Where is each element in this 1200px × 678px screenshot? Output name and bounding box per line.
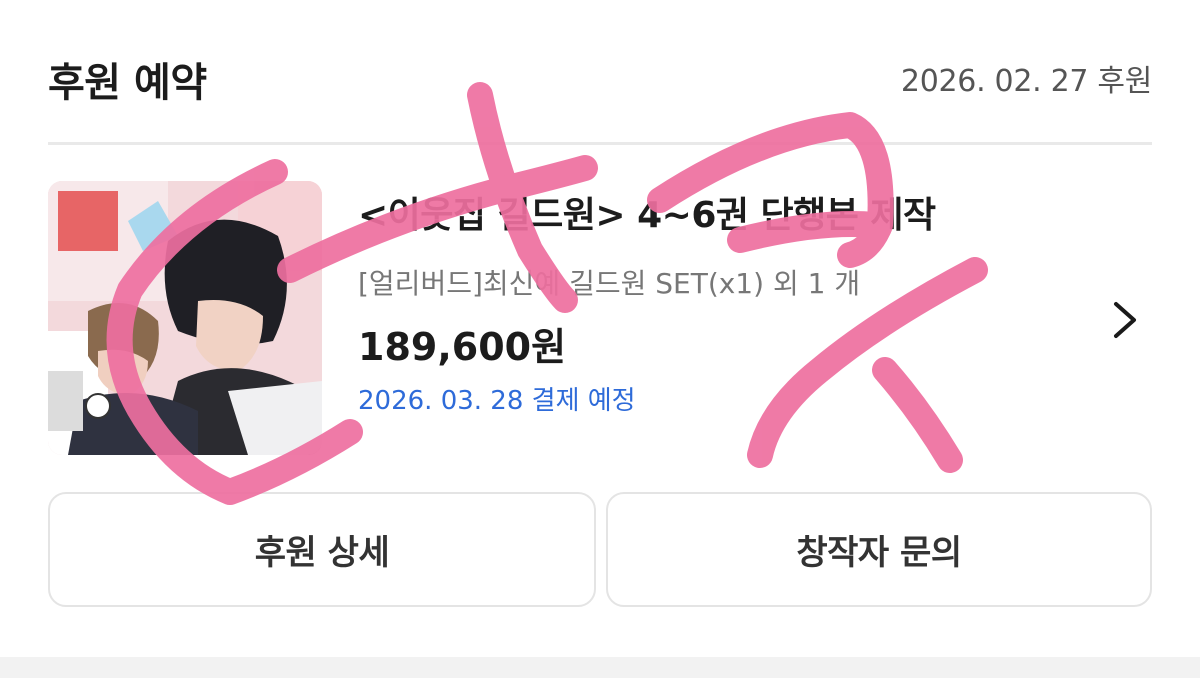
pledge-reservation-card: 후원 예약 2026. 02. 27 후원 <이웃집 길드원> 4~6권 단행본… — [0, 0, 1200, 678]
chevron-right-icon[interactable] — [1106, 298, 1146, 342]
project-title: <이웃집 길드원> 4~6권 단행본 제작 — [358, 195, 936, 236]
cover-illustration — [48, 181, 322, 455]
header-divider — [48, 142, 1152, 145]
pledge-date: 2026. 02. 27 후원 — [900, 64, 1152, 99]
pledge-detail-button[interactable]: 후원 상세 — [48, 492, 596, 607]
bottom-separator — [0, 657, 1200, 678]
project-cover-image[interactable] — [48, 181, 322, 455]
project-info[interactable]: <이웃집 길드원> 4~6권 단행본 제작 [얼리버드]최신예 길드원 SET(… — [358, 186, 1078, 417]
payment-schedule: 2026. 03. 28 결제 예정 — [358, 386, 636, 416]
card-header: 후원 예약 2026. 02. 27 후원 — [48, 42, 1152, 112]
section-title: 후원 예약 — [48, 60, 207, 106]
pledge-amount: 189,600원 — [358, 325, 567, 369]
creator-inquiry-button[interactable]: 창작자 문의 — [606, 492, 1152, 607]
reward-summary: [얼리버드]최신예 길드원 SET(x1) 외 1 개 — [358, 267, 861, 300]
